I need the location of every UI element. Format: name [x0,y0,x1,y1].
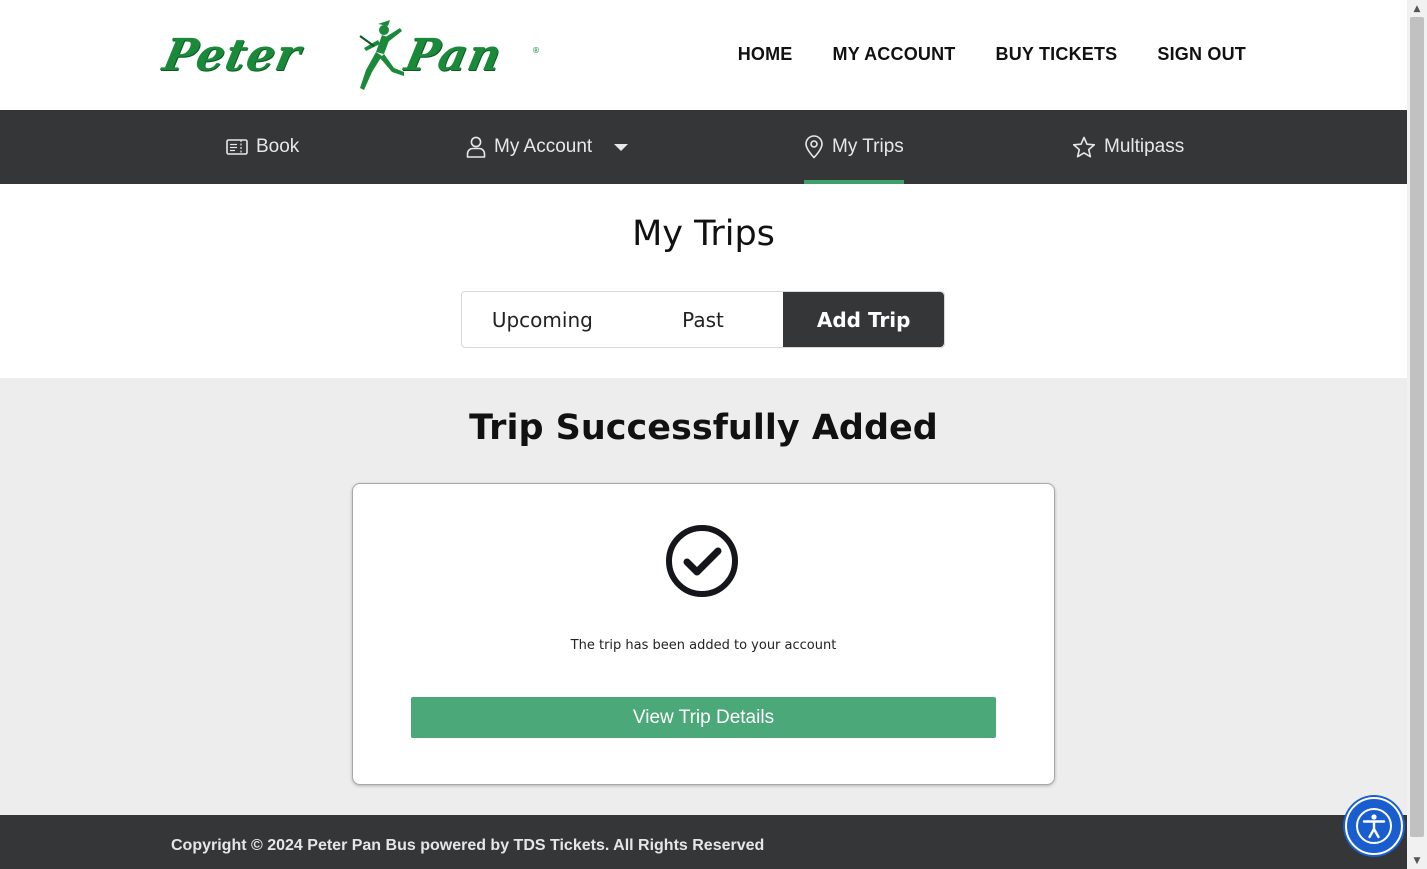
peter-pan-logo[interactable]: Peter Pan ® [158,18,540,92]
logo-text-pan: Pan [400,30,507,81]
top-header: Peter Pan ® HOME MY ACCOUNT BUY TICKETS … [0,0,1407,110]
map-pin-icon [805,135,823,159]
sub-nav-my-account-label: My Account [494,136,593,157]
check-circle-icon [666,525,738,597]
success-card: The trip has been added to your account … [352,483,1055,785]
view-trip-details-button[interactable]: View Trip Details [411,697,996,738]
tab-add-trip[interactable]: Add Trip [783,292,944,347]
trip-tabs: Upcoming Past Add Trip [461,291,945,348]
sub-nav-my-trips-label: My Trips [832,136,904,157]
scroll-down-arrow-icon[interactable]: ▼ [1407,852,1427,869]
sub-nav-multipass[interactable]: Multipass [1072,110,1184,184]
page: Peter Pan ® HOME MY ACCOUNT BUY TICKETS … [0,0,1407,869]
nav-buy-tickets-link[interactable]: BUY TICKETS [996,44,1118,65]
nav-my-account-link[interactable]: MY ACCOUNT [833,44,956,65]
sub-nav-multipass-label: Multipass [1104,136,1185,157]
nav-sign-out-link[interactable]: SIGN OUT [1157,44,1246,65]
accessibility-button[interactable] [1345,797,1403,855]
footer: Copyright © 2024 Peter Pan Bus powered b… [0,815,1407,869]
scrollbar[interactable]: ▲ ▼ [1407,0,1427,869]
content-area: Trip Successfully Added The trip has bee… [0,378,1407,815]
scrollbar-thumb[interactable] [1410,17,1424,837]
tab-past[interactable]: Past [623,292,784,347]
top-nav: HOME MY ACCOUNT BUY TICKETS SIGN OUT [738,44,1246,65]
tab-upcoming[interactable]: Upcoming [462,292,623,347]
success-title: Trip Successfully Added [469,408,938,448]
ticket-icon [226,139,248,155]
chevron-down-icon[interactable] [600,142,630,152]
sub-nav: Book My Account My Trips Multipass [0,110,1407,184]
sub-nav-book[interactable]: Book [226,110,299,184]
footer-copyright: Copyright © 2024 Peter Pan Bus powered b… [171,837,765,854]
nav-home-link[interactable]: HOME [738,44,793,65]
user-icon [466,136,486,158]
logo-text-peter: Peter [158,30,306,81]
sub-nav-my-trips[interactable]: My Trips [804,110,904,184]
sub-nav-my-account[interactable]: My Account [466,110,630,184]
scroll-up-arrow-icon[interactable]: ▲ [1407,0,1427,17]
page-title: My Trips [632,214,775,254]
sub-nav-book-label: Book [256,136,300,157]
success-message: The trip has been added to your account [570,638,837,653]
accessibility-icon [1356,808,1392,844]
registered-mark: ® [532,46,540,55]
star-icon [1072,136,1096,158]
